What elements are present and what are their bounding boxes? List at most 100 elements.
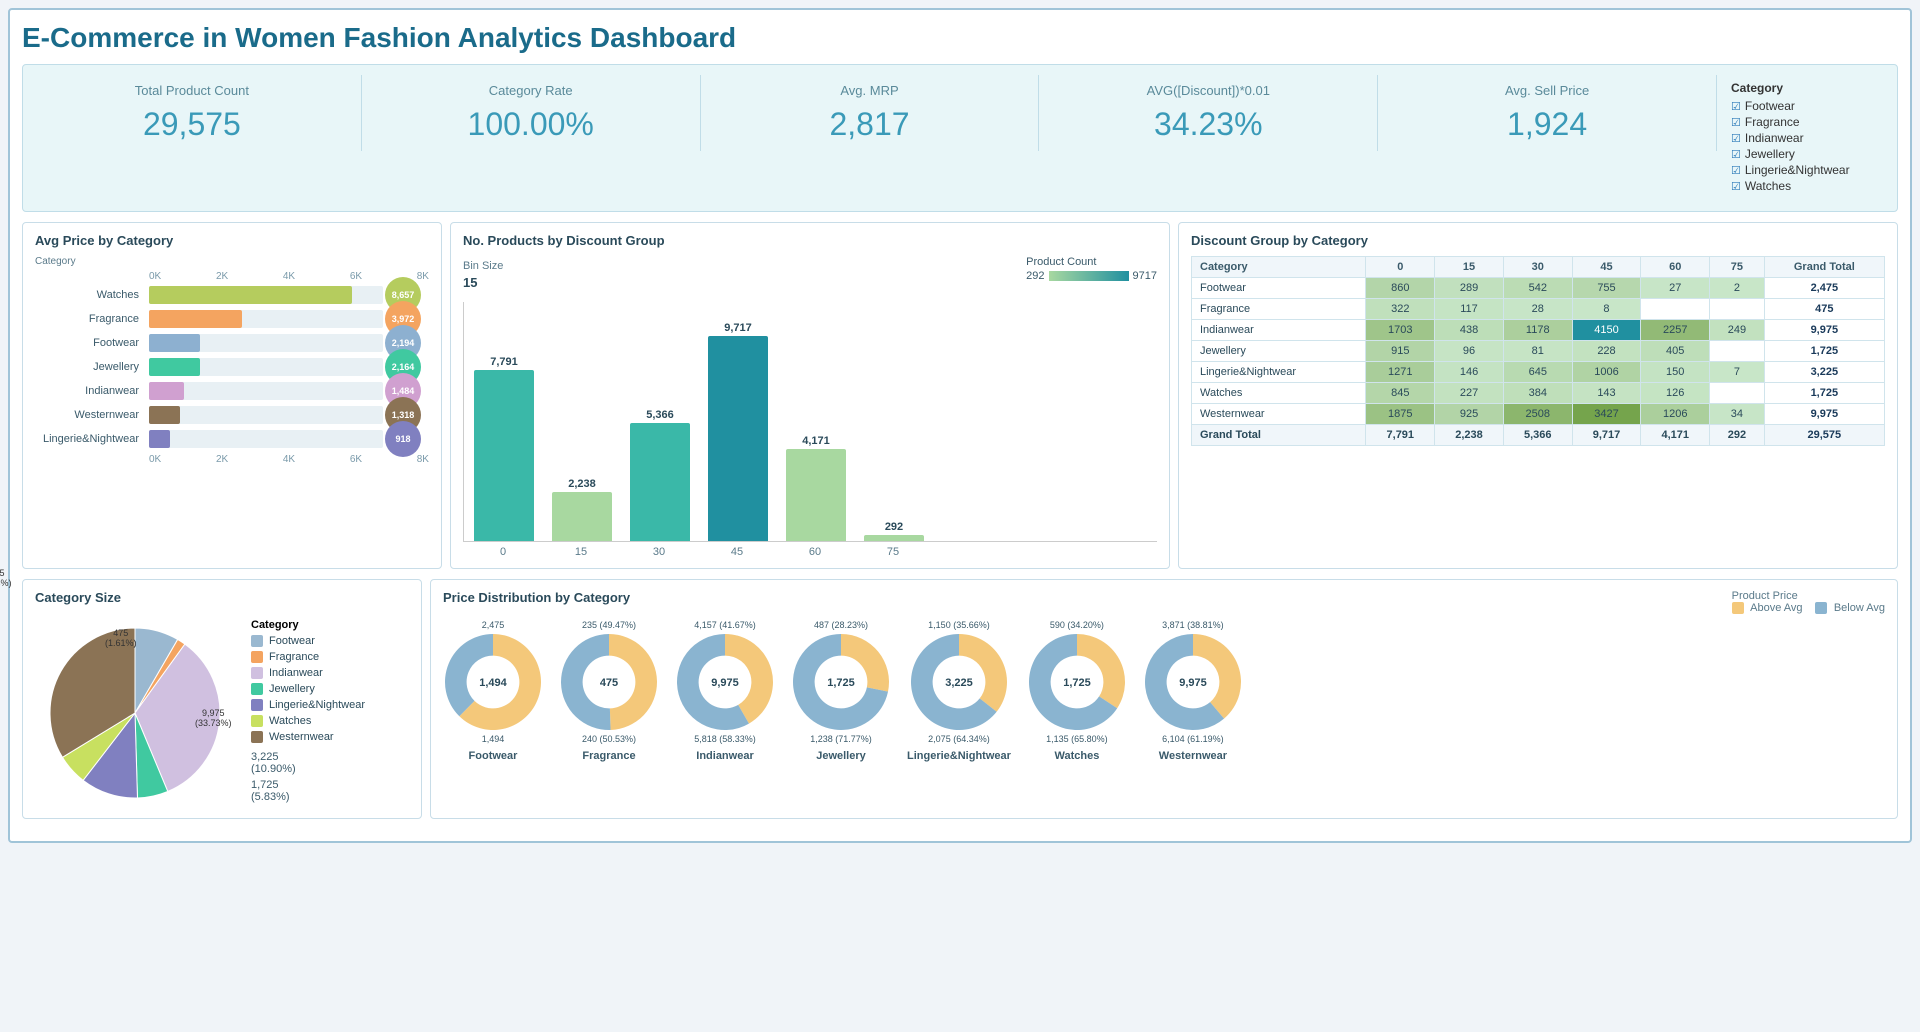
donut-svg: 9,975 [1143, 632, 1243, 732]
pie-swatch [251, 731, 263, 743]
pie-legend-label: Fragrance [269, 651, 319, 663]
table-row: Watches 845227384143126 1,725 [1192, 383, 1885, 404]
cell-value: 228 [1572, 341, 1641, 362]
below-avg-swatch [1815, 602, 1827, 614]
dashboard: E-Commerce in Women Fashion Analytics Da… [8, 8, 1912, 843]
donut-center-label: 475 [600, 677, 618, 689]
donut-wrapper: 235 (49.47%) 475 240 (50.53%) [559, 620, 659, 744]
donut-below-label: 1,494 [482, 734, 505, 744]
donut-wrapper: 590 (34.20%)1,7251,135 (65.80%) [1027, 620, 1127, 744]
grand-total-label: Grand Total [1192, 425, 1366, 446]
cell-value: 27 [1641, 278, 1710, 299]
kpi-avg-mrp-label: Avg. MRP [721, 83, 1019, 98]
cell-value: 925 [1435, 404, 1504, 425]
v-bar-group: 292 [864, 322, 924, 541]
filter-lingerie-label: Lingerie&Nightwear [1745, 163, 1850, 177]
table-row: Indianwear 1703438117841502257249 9,975 [1192, 320, 1885, 341]
donut-above-label: 4,157 (41.67%) [694, 620, 756, 630]
cell-value: 1875 [1366, 404, 1435, 425]
v-bar-value: 9,717 [724, 322, 752, 334]
cell-value: 28 [1503, 299, 1572, 320]
kpi-total-product-value: 29,575 [43, 106, 341, 143]
kpi-avg-mrp-value: 2,817 [721, 106, 1019, 143]
h-bar-label: Indianwear [35, 385, 145, 397]
pie-container: 475(1.61%) 9,975(33.73%) 9,975(33.73%) C… [35, 613, 409, 808]
discount-group-title: No. Products by Discount Group [463, 233, 1157, 248]
cell-grand-total: 9,975 [1764, 404, 1884, 425]
cell-value: 150 [1641, 362, 1710, 383]
donut-above-label: 487 (28.23%) [814, 620, 868, 630]
cell-value: 2508 [1503, 404, 1572, 425]
donut-svg: 475 [559, 632, 659, 732]
h-bar-fill [149, 286, 352, 304]
v-bar [708, 336, 768, 541]
donut-slice [959, 634, 1007, 712]
filter-footwear[interactable]: ☑ Footwear [1731, 99, 1883, 113]
cell-value: 1271 [1366, 362, 1435, 383]
cell-empty [1710, 383, 1765, 404]
filter-indianwear[interactable]: ☑ Indianwear [1731, 131, 1883, 145]
h-bar-fill [149, 334, 200, 352]
pie-swatch [251, 667, 263, 679]
cell-value: 845 [1366, 383, 1435, 404]
kpi-category-rate: Category Rate 100.00% [362, 75, 701, 151]
cell-empty [1710, 299, 1765, 320]
v-bar-x-label: 30 [629, 546, 689, 558]
dashboard-title: E-Commerce in Women Fashion Analytics Da… [22, 22, 1898, 54]
v-bar-x-label: 45 [707, 546, 767, 558]
h-bar-fill [149, 406, 180, 424]
filter-fragrance[interactable]: ☑ Fragrance [1731, 115, 1883, 129]
col-15: 15 [1435, 257, 1504, 278]
col-category: Category [1192, 257, 1366, 278]
cell-value: 860 [1366, 278, 1435, 299]
pie-legend-label: Jewellery [269, 683, 315, 695]
v-bar-value: 7,791 [490, 356, 518, 368]
price-dist-legend-title: Product Price [1732, 590, 1798, 602]
h-bar-fill [149, 358, 200, 376]
filter-jewellery[interactable]: ☑ Jewellery [1731, 147, 1883, 161]
cell-value: 3427 [1572, 404, 1641, 425]
category-filter-title: Category [1731, 81, 1883, 95]
price-dist-panel: Price Distribution by Category Product P… [430, 579, 1898, 819]
bin-size-label: Bin Size [463, 260, 503, 272]
kpi-avg-sell: Avg. Sell Price 1,924 [1378, 75, 1717, 151]
row-label-category: Fragrance [1192, 299, 1366, 320]
donut-below-label: 240 (50.53%) [582, 734, 636, 744]
donut-svg: 1,725 [791, 632, 891, 732]
discount-category-title: Discount Group by Category [1191, 233, 1885, 248]
donut-wrapper: 3,871 (38.81%)9,9756,104 (61.19%) [1143, 620, 1243, 744]
table-row: Westernwear 187592525083427120634 9,975 [1192, 404, 1885, 425]
donut-wrapper: 1,150 (35.66%)3,2252,075 (64.34%) [909, 620, 1009, 744]
donut-svg: 1,725 [1027, 632, 1127, 732]
donut-center-label: 3,225 [945, 677, 973, 689]
cell-value: 1178 [1503, 320, 1572, 341]
avg-price-category-label: Category [35, 256, 429, 267]
heat-table-header: Category 0 15 30 45 60 75 Grand Total [1192, 257, 1885, 278]
below-avg-label: Below Avg [1834, 602, 1885, 614]
h-bar-track: 3,972 [149, 310, 383, 328]
pie-swatch [251, 699, 263, 711]
filter-watches[interactable]: ☑ Watches [1731, 179, 1883, 193]
filter-footwear-label: Footwear [1745, 99, 1795, 113]
donut-svg: 1,494 [443, 632, 543, 732]
product-count-legend-label: Product Count [1026, 256, 1096, 268]
donut-svg: 9,975 [675, 632, 775, 732]
pie-legend-label: Footwear [269, 635, 315, 647]
col-30: 30 [1503, 257, 1572, 278]
check-lingerie: ☑ [1731, 164, 1741, 177]
v-bar-group: 7,791 [474, 322, 534, 541]
filter-lingerie[interactable]: ☑ Lingerie&Nightwear [1731, 163, 1883, 177]
col-grand-total: Grand Total [1764, 257, 1884, 278]
v-bar [474, 370, 534, 541]
donut-below-label: 5,818 (58.33%) [694, 734, 756, 744]
cell-value: 384 [1503, 383, 1572, 404]
donuts-row: 2,4751,4941,494Footwear235 (49.47%)47524… [443, 620, 1885, 762]
donut-slice [445, 634, 493, 716]
donut-above-label: 235 (49.47%) [582, 620, 636, 630]
donut-wrapper: 487 (28.23%)1,7251,238 (71.77%) [791, 620, 891, 744]
cell-value: 542 [1503, 278, 1572, 299]
h-bar-fill [149, 430, 170, 448]
gt-total: 29,575 [1764, 425, 1884, 446]
table-row: Fragrance 322117288 475 [1192, 299, 1885, 320]
v-bar [786, 449, 846, 541]
